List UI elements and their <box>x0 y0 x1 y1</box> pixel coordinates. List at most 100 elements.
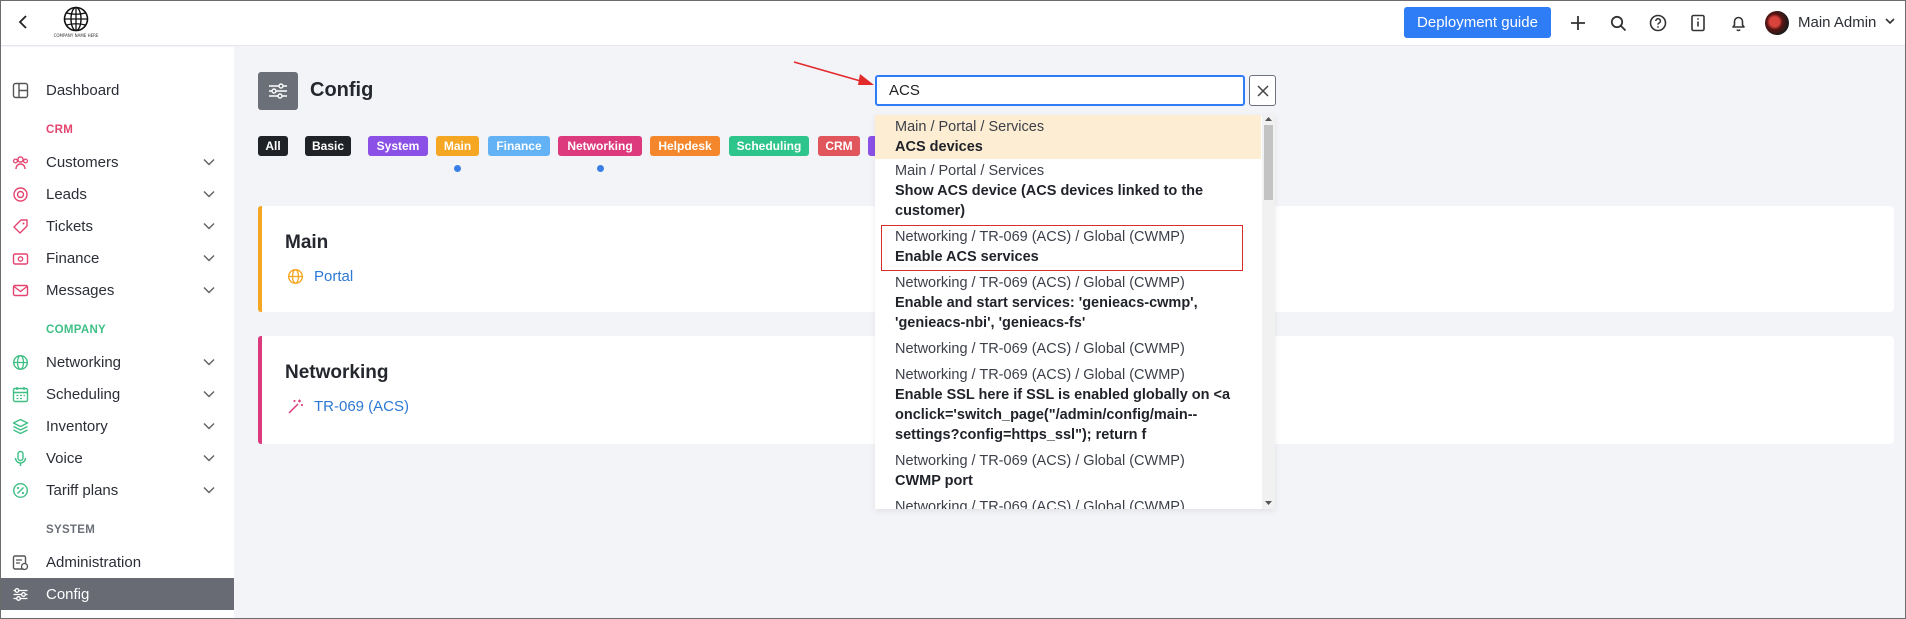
chevron-down-icon[interactable] <box>203 286 215 294</box>
sidebar-item-label: Customers <box>46 153 119 171</box>
filter-finance[interactable]: Finance <box>488 136 550 156</box>
result-path: Networking / TR-069 (ACS) / Global (CWMP… <box>895 499 1185 509</box>
calendar-icon <box>12 387 29 403</box>
globe-logo-icon <box>63 6 89 32</box>
filter-scheduling[interactable]: Scheduling <box>729 136 809 156</box>
search-result-item[interactable]: Networking / TR-069 (ACS) / Global (CWMP… <box>875 451 1261 491</box>
result-title: Enable and start services: 'genieacs-cwm… <box>895 295 1198 331</box>
search-input[interactable] <box>875 75 1245 106</box>
info-book-icon[interactable] <box>1688 13 1708 33</box>
sidebar-item-tariff-plans[interactable]: Tariff plans <box>0 474 234 506</box>
search-result-item[interactable]: Networking / TR-069 (ACS) / Global (CWMP… <box>875 365 1261 445</box>
sidebar-item-label: Dashboard <box>46 81 120 99</box>
sidebar-item-scheduling[interactable]: Scheduling <box>0 378 234 410</box>
result-title: Enable ACS services <box>895 249 1039 265</box>
chevron-down-icon[interactable] <box>203 486 215 494</box>
result-title: ACS devices <box>895 139 983 155</box>
sidebar-item-label: Voice <box>46 449 83 467</box>
card-link-tr069[interactable]: TR-069 (ACS) <box>314 398 409 415</box>
chevron-down-icon[interactable] <box>203 190 215 198</box>
sidebar-item-label: Finance <box>46 249 100 267</box>
filter-main[interactable]: Main <box>436 136 479 156</box>
sidebar-item-label: Administration <box>46 553 142 571</box>
sidebar-item-label: Leads <box>46 185 87 203</box>
clear-search-button[interactable] <box>1249 75 1276 106</box>
sidebar: Dashboard CRM Customers Leads Tickets Fi… <box>0 47 234 619</box>
card-title: Networking <box>285 362 389 383</box>
sidebar-item-customers[interactable]: Customers <box>0 146 234 178</box>
avatar[interactable] <box>1765 11 1789 35</box>
filter-helpdesk[interactable]: Helpdesk <box>650 136 720 156</box>
filter-main-match-dot <box>454 165 461 172</box>
bell-icon[interactable] <box>1728 13 1748 33</box>
result-path: Networking / TR-069 (ACS) / Global (CWMP… <box>895 341 1185 357</box>
search-result-item[interactable]: Main / Portal / Services ACS devices <box>875 115 1261 159</box>
sidebar-item-dashboard[interactable]: Dashboard <box>0 74 234 106</box>
section-crm: CRM <box>46 124 74 136</box>
company-logo[interactable]: COMPANY NAME HERE <box>53 6 99 40</box>
globe-icon <box>12 354 29 371</box>
filter-basic[interactable]: Basic <box>305 136 351 156</box>
result-title: CWMP port <box>895 473 973 489</box>
chevron-down-icon[interactable] <box>203 158 215 166</box>
filter-all[interactable]: All <box>258 136 288 156</box>
sidebar-item-messages[interactable]: Messages <box>0 274 234 306</box>
layers-icon <box>12 418 29 435</box>
sidebar-item-inventory[interactable]: Inventory <box>0 410 234 442</box>
section-system: SYSTEM <box>46 524 96 536</box>
user-name[interactable]: Main Admin <box>1798 14 1876 31</box>
result-path: Networking / TR-069 (ACS) / Global (CWMP… <box>895 453 1185 469</box>
result-path: Networking / TR-069 (ACS) / Global (CWMP… <box>895 229 1185 245</box>
sidebar-item-administration[interactable]: Administration <box>0 546 234 578</box>
sidebar-item-label: Scheduling <box>46 385 121 403</box>
admin-icon <box>12 555 29 571</box>
search-icon[interactable] <box>1608 13 1628 33</box>
search-result-item[interactable]: Networking / TR-069 (ACS) / Global (CWMP… <box>875 497 1261 509</box>
card-link-portal[interactable]: Portal <box>314 268 353 285</box>
dropdown-scrollbar-thumb[interactable] <box>1264 125 1273 200</box>
sidebar-item-config[interactable]: Config <box>0 578 234 610</box>
chevron-down-icon[interactable] <box>1885 17 1895 25</box>
sidebar-item-networking[interactable]: Networking <box>0 346 234 378</box>
chevron-down-icon[interactable] <box>203 422 215 430</box>
tariff-icon <box>12 482 29 499</box>
search-result-item[interactable]: Networking / TR-069 (ACS) / Global (CWMP… <box>875 339 1261 359</box>
search-result-item[interactable]: Main / Portal / Services Show ACS device… <box>875 161 1261 221</box>
filter-system[interactable]: System <box>368 136 428 156</box>
logo-caption: COMPANY NAME HERE <box>53 33 99 38</box>
plus-icon[interactable] <box>1568 13 1588 33</box>
result-path: Networking / TR-069 (ACS) / Global (CWMP… <box>895 275 1185 291</box>
chevron-down-icon[interactable] <box>203 222 215 230</box>
chevron-down-icon[interactable] <box>203 358 215 366</box>
sidebar-item-voice[interactable]: Voice <box>0 442 234 474</box>
help-icon[interactable] <box>1648 13 1668 33</box>
result-title: Enable SSL here if SSL is enabled global… <box>895 387 1231 443</box>
ticket-icon <box>13 219 28 234</box>
result-path: Networking / TR-069 (ACS) / Global (CWMP… <box>895 367 1185 383</box>
filter-networking[interactable]: Networking <box>558 136 642 156</box>
result-path: Main / Portal / Services <box>895 119 1045 135</box>
search-results-dropdown: Main / Portal / Services ACS devices Mai… <box>875 115 1275 509</box>
chevron-down-icon[interactable] <box>203 390 215 398</box>
close-icon <box>1256 84 1269 97</box>
sidebar-item-tickets[interactable]: Tickets <box>0 210 234 242</box>
sidebar-item-finance[interactable]: Finance <box>0 242 234 274</box>
scroll-down-icon[interactable] <box>1264 500 1273 506</box>
deployment-guide-button[interactable]: Deployment guide <box>1404 7 1551 38</box>
leads-icon <box>13 187 28 202</box>
card-accent-bar <box>258 206 262 312</box>
chevron-down-icon[interactable] <box>203 254 215 262</box>
top-bar: COMPANY NAME HERE Deployment guide Main … <box>0 0 1906 46</box>
scroll-up-icon[interactable] <box>1264 116 1273 122</box>
globe-icon <box>287 268 304 285</box>
search-result-item[interactable]: Networking / TR-069 (ACS) / Global (CWMP… <box>875 227 1261 267</box>
sidebar-item-leads[interactable]: Leads <box>0 178 234 210</box>
back-arrow-icon[interactable] <box>13 12 33 32</box>
sidebar-item-label: Tariff plans <box>46 481 119 499</box>
sidebar-item-label: Config <box>46 585 90 603</box>
finance-icon <box>12 253 29 265</box>
search-result-item[interactable]: Networking / TR-069 (ACS) / Global (CWMP… <box>875 273 1261 333</box>
filter-crm[interactable]: CRM <box>818 136 860 156</box>
chevron-down-icon[interactable] <box>203 454 215 462</box>
result-path: Main / Portal / Services <box>895 163 1045 179</box>
